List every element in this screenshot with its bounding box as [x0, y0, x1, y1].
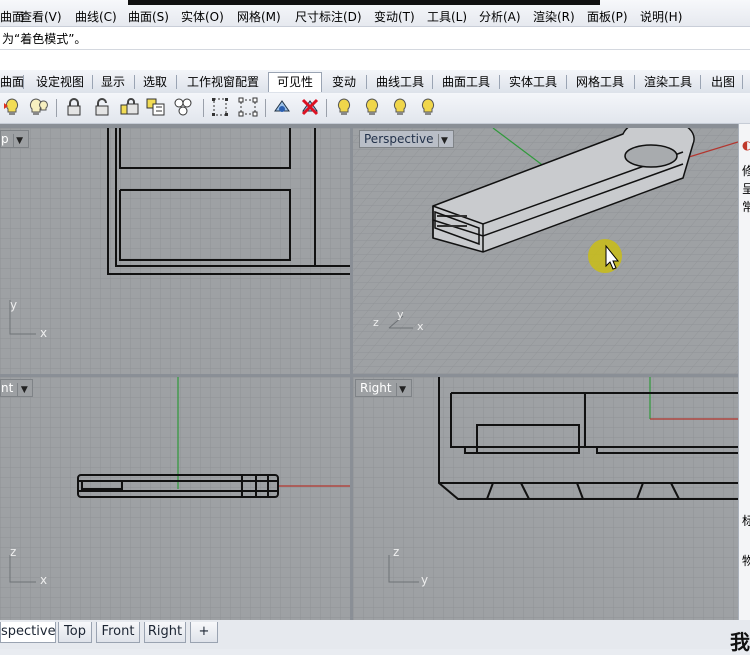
tab-visibility[interactable]: 可见性: [268, 72, 322, 92]
hide-swap-icon[interactable]: [146, 97, 166, 117]
tab-mesh-tools[interactable]: 网格工具: [574, 73, 626, 92]
menu-render[interactable]: 渲染(R): [533, 8, 575, 25]
axis-x-label: x: [40, 326, 48, 340]
viewport-right-title: Right: [360, 381, 392, 395]
show-icon[interactable]: [2, 97, 22, 117]
command-prompt[interactable]: [0, 50, 750, 70]
menu-solid[interactable]: 实体(O): [181, 8, 224, 25]
chevron-down-icon[interactable]: ▼: [12, 134, 26, 148]
tab-layout[interactable]: 出图: [708, 73, 738, 92]
tab-surface-tools[interactable]: 曲面工具: [440, 73, 492, 92]
viewport-top-title: p: [1, 132, 9, 146]
viewport-perspective-label[interactable]: Perspective ▼: [359, 130, 454, 148]
hide-points-icon[interactable]: [272, 97, 292, 117]
viewport-front[interactable]: nt ▼ z x: [0, 377, 350, 620]
viewport-top-label[interactable]: p ▼: [0, 130, 29, 148]
tab-curve-tools[interactable]: 曲线工具: [374, 73, 426, 92]
menu-view[interactable]: 查看(V): [20, 8, 62, 25]
points-off-icon[interactable]: [238, 97, 258, 117]
toolbar-tab-bar: 曲面 设定视图 显示 选取 工作视窗配置 可见性 变动 曲线工具 曲面工具 实体…: [0, 70, 750, 94]
tab-render-tools[interactable]: 渲染工具: [642, 73, 694, 92]
points-on-icon[interactable]: [210, 97, 230, 117]
panel-tab-icon[interactable]: ◐: [742, 138, 750, 152]
add-viewport-button[interactable]: +: [190, 622, 218, 643]
hide-icon[interactable]: [28, 97, 48, 117]
menu-mesh[interactable]: 网格(M): [237, 8, 281, 25]
panel-text-4: 标: [742, 514, 750, 528]
watermark-text: 我: [730, 630, 750, 654]
tab-select[interactable]: 选取: [140, 73, 170, 92]
menu-curve[interactable]: 曲线(C): [75, 8, 117, 25]
light-bulb-icon[interactable]: [418, 97, 438, 117]
menu-transform[interactable]: 变动(T): [374, 8, 415, 25]
axis-x-label: x: [417, 320, 424, 333]
viewport-area: p ▼ y x Perspective ▼ z y x nt ▼ z x Rig…: [0, 124, 738, 620]
panel-text-1: 修: [742, 164, 750, 178]
viewport-tabs: spective Top Front Right +: [0, 620, 750, 649]
tab-surface[interactable]: 曲面: [0, 73, 24, 92]
tab-front[interactable]: Front: [96, 622, 140, 643]
title-bar-fragment: [128, 0, 600, 5]
tab-display[interactable]: 显示: [98, 73, 128, 92]
axis-y-label: y: [421, 573, 429, 587]
axis-z-label: z: [373, 316, 379, 329]
axis-x-label: x: [40, 573, 48, 587]
chevron-down-icon[interactable]: ▼: [395, 383, 409, 397]
show-selected-icon[interactable]: [173, 97, 193, 117]
viewport-right-label[interactable]: Right ▼: [355, 379, 412, 397]
light-bulb-icon[interactable]: [362, 97, 382, 117]
lock-swap-icon[interactable]: [120, 97, 140, 117]
tab-set-view[interactable]: 设定视图: [32, 73, 88, 92]
viewport-front-title: nt: [1, 381, 14, 395]
viewport-perspective-title: Perspective: [364, 132, 434, 146]
chevron-down-icon[interactable]: ▼: [437, 134, 451, 148]
tab-perspective[interactable]: spective: [0, 622, 56, 643]
menu-help[interactable]: 说明(H): [640, 8, 682, 25]
viewport-front-label[interactable]: nt ▼: [0, 379, 34, 397]
axis-z-label: z: [10, 545, 17, 559]
chevron-down-icon[interactable]: ▼: [17, 383, 30, 397]
panel-text-3: 常: [742, 200, 750, 214]
light-bulb-icon[interactable]: [334, 97, 354, 117]
axis-y-label: y: [10, 298, 18, 312]
viewport-top[interactable]: p ▼ y x: [0, 128, 350, 374]
tab-right[interactable]: Right: [144, 622, 186, 643]
lock-icon[interactable]: [64, 97, 84, 117]
light-bulb-icon[interactable]: [390, 97, 410, 117]
tab-solid-tools[interactable]: 实体工具: [507, 73, 559, 92]
viewport-perspective[interactable]: Perspective ▼ z y x: [353, 128, 738, 374]
properties-panel[interactable]: ◐ 修 呈 常 标 物: [738, 124, 750, 620]
visibility-toolbar: [0, 93, 750, 124]
axis-z-label: z: [393, 545, 400, 559]
unlock-icon[interactable]: [92, 97, 112, 117]
command-history-text: 为“着色模式”。: [2, 32, 87, 46]
menu-bar: 曲面 查看(V) 曲线(C) 曲面(S) 实体(O) 网格(M) 尺寸标注(D)…: [0, 0, 750, 27]
delete-icon[interactable]: [300, 97, 320, 117]
axis-y-label: y: [397, 308, 404, 321]
tab-top[interactable]: Top: [58, 622, 92, 643]
panel-text-5: 物: [742, 554, 750, 568]
tab-viewport-layout[interactable]: 工作视窗配置: [184, 73, 262, 92]
menu-dimension[interactable]: 尺寸标注(D): [295, 8, 362, 25]
panel-text-2: 呈: [742, 182, 750, 196]
command-history: 为“着色模式”。: [0, 27, 750, 50]
tab-transform[interactable]: 变动: [328, 73, 360, 92]
menu-panels[interactable]: 面板(P): [587, 8, 628, 25]
menu-analyze[interactable]: 分析(A): [479, 8, 521, 25]
viewport-right[interactable]: Right ▼ z y: [353, 377, 738, 620]
menu-tools[interactable]: 工具(L): [427, 8, 467, 25]
menu-surface[interactable]: 曲面(S): [128, 8, 169, 25]
